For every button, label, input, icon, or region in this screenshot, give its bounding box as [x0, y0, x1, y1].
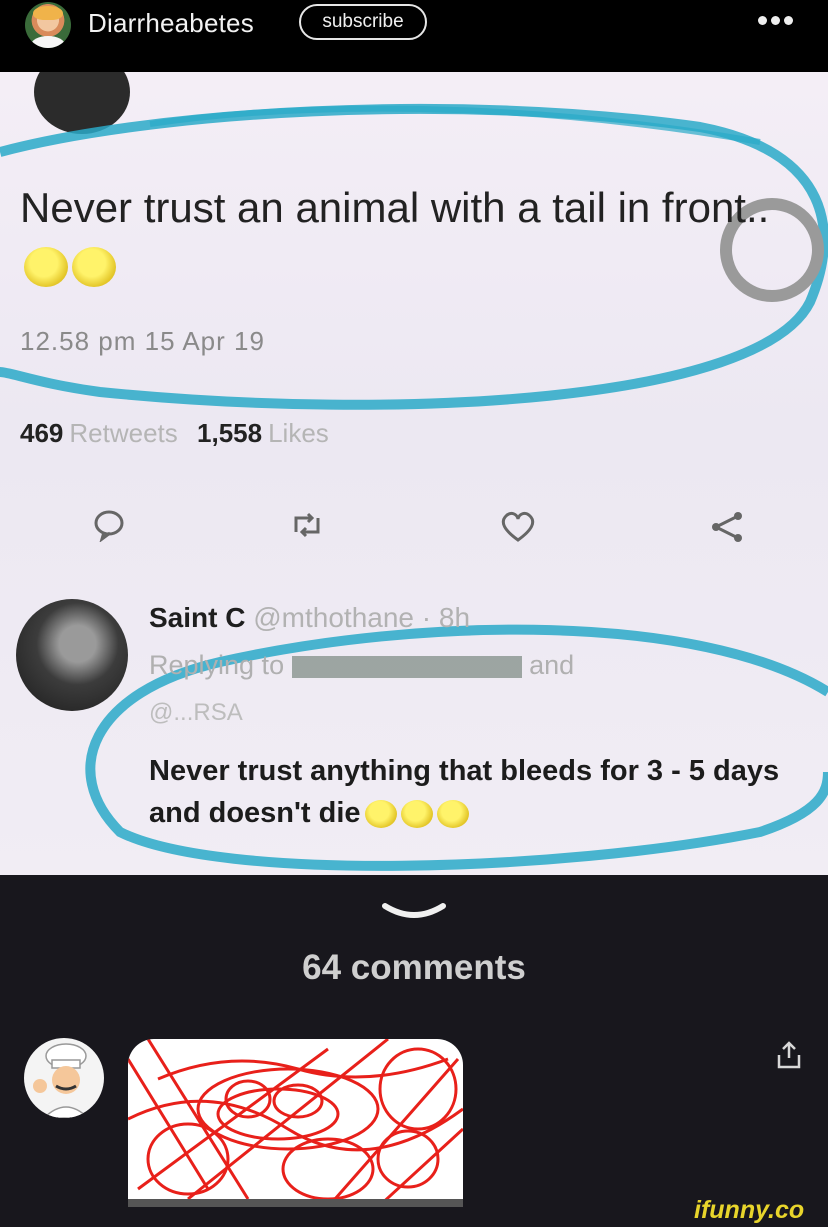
share-tweet-icon	[712, 512, 742, 542]
subscribe-button[interactable]: subscribe	[299, 4, 427, 40]
comments-count[interactable]: 64 comments	[0, 948, 828, 988]
likes-count: 1,558	[197, 418, 263, 448]
reply-handle: @mthothane · 8h	[253, 602, 471, 633]
retweets-label: Retweets	[69, 418, 178, 448]
retweet-icon	[294, 512, 320, 538]
chevron-down-icon[interactable]	[381, 900, 447, 926]
retweets-count: 469	[20, 418, 64, 448]
ifunny-watermark: ifunny.co	[694, 1196, 805, 1224]
more-options-icon[interactable]	[758, 12, 794, 28]
replying-to: Replying to and	[149, 650, 575, 680]
reply-icon	[94, 510, 124, 542]
reply-text: Never trust anything that bleeds for 3 -…	[149, 755, 780, 829]
share-icon[interactable]	[775, 1040, 803, 1070]
laugh-emoji-icon	[364, 800, 397, 829]
grin-emoji-icon	[72, 246, 116, 287]
meme-image[interactable]: Never trust an animal with a tail in fro…	[0, 72, 828, 875]
tweet-text: Never trust an animal with a tail in fro…	[20, 180, 780, 292]
reply-avatar	[16, 599, 128, 711]
post-header: Diarrheabetes subscribe	[0, 0, 828, 72]
grin-emoji-icon	[24, 246, 68, 287]
channel-name[interactable]: Diarrheabetes	[88, 8, 254, 39]
likes-label: Likes	[268, 418, 329, 448]
tweet-timestamp: 12.58 pm 15 Apr 19	[20, 326, 265, 356]
like-heart-icon	[501, 511, 535, 542]
laugh-emoji-icon	[400, 800, 433, 829]
commenter-avatar[interactable]	[24, 1038, 104, 1118]
channel-avatar[interactable]	[25, 2, 71, 48]
replying-to-handle: @...RSA	[149, 699, 243, 726]
laugh-emoji-icon	[436, 800, 469, 829]
comment-image[interactable]	[128, 1039, 463, 1207]
reply-author: Saint C @mthothane · 8h	[149, 602, 471, 633]
tweet-stats: 469 Retweets 1,558 Likes	[20, 418, 341, 449]
